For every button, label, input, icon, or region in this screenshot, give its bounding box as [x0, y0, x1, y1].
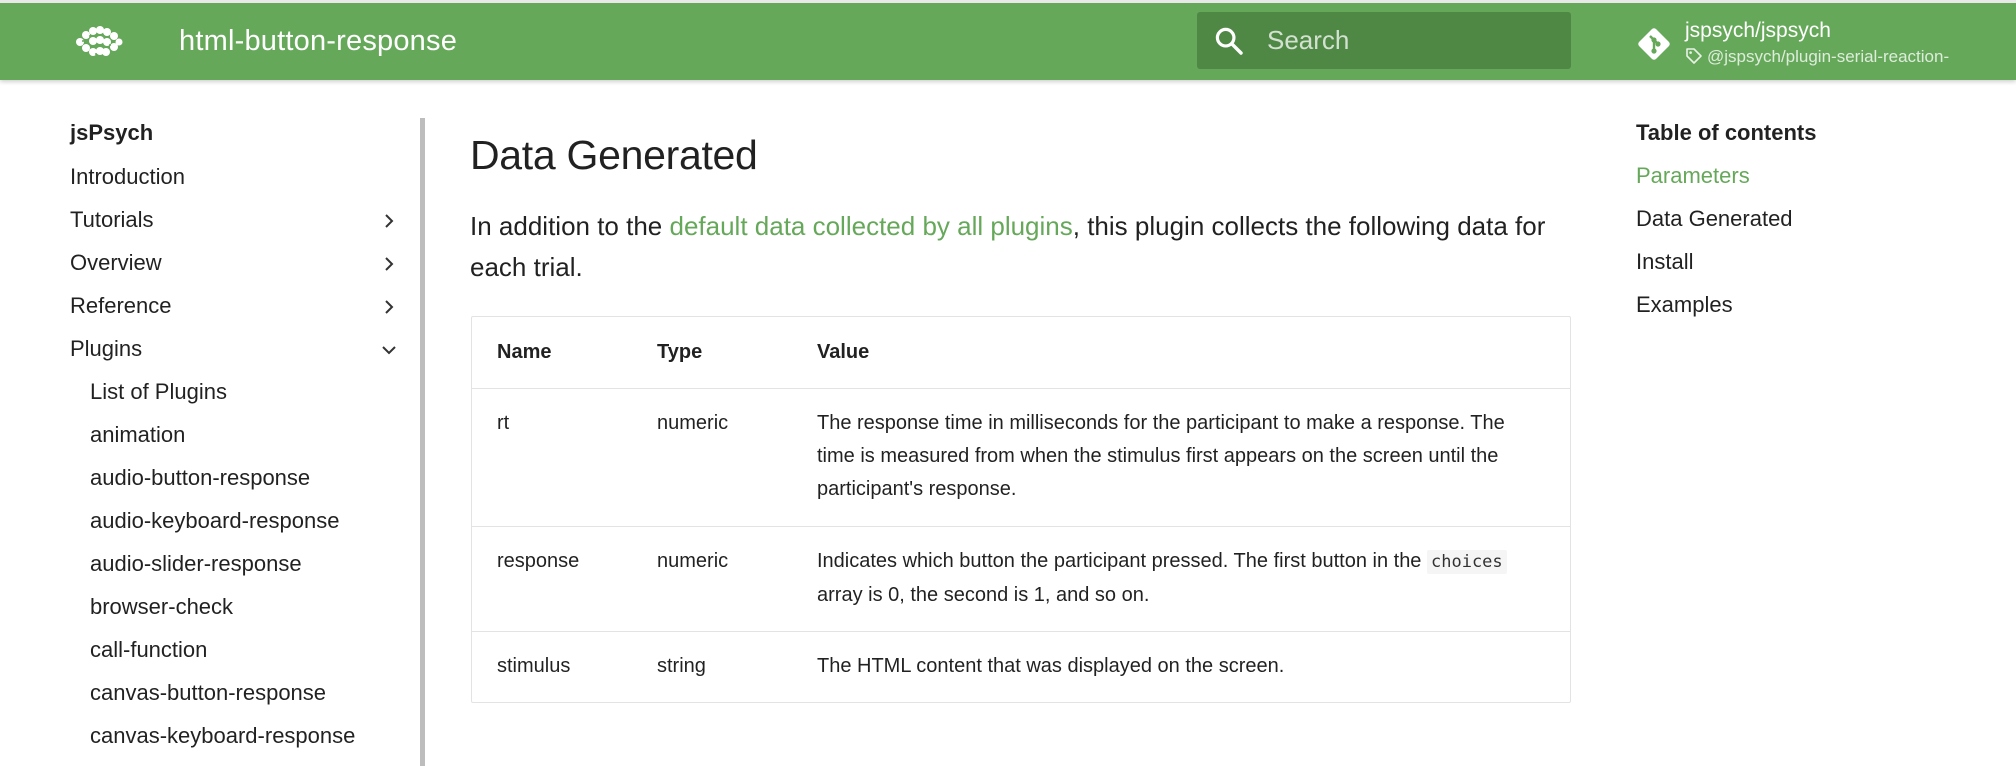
default-data-link[interactable]: default data collected by all plugins	[669, 211, 1072, 241]
nav-item-label: Overview	[70, 250, 162, 275]
chevron-right-icon[interactable]	[380, 298, 398, 316]
cell-type: string	[657, 655, 706, 677]
intro-paragraph: In addition to the default data collecte…	[470, 206, 1572, 288]
nav-item-label: Introduction	[70, 164, 185, 189]
table-row: response numeric Indicates which button …	[472, 526, 1570, 631]
toc-item-install[interactable]: Install	[1636, 249, 1693, 275]
section-heading: Data Generated	[470, 132, 758, 178]
repo-name: jspsych/jspsych	[1685, 19, 1831, 42]
column-header: Value	[817, 341, 870, 363]
brain-logo-icon[interactable]	[72, 24, 126, 60]
chevron-right-icon[interactable]	[380, 212, 398, 230]
nav-sub-item[interactable]: audio-keyboard-response	[90, 508, 340, 542]
cell-type: numeric	[657, 550, 729, 572]
table-row: stimulus string The HTML content that wa…	[472, 631, 1570, 702]
toc-item-data-generated[interactable]: Data Generated	[1636, 206, 1793, 232]
toc-title: Table of contents	[1636, 120, 1817, 145]
nav-sub-item[interactable]: audio-button-response	[90, 465, 310, 499]
nav-sub-item[interactable]: call-function	[90, 637, 207, 671]
search-input[interactable]	[1267, 22, 1557, 58]
toc-item-parameters[interactable]: Parameters	[1636, 163, 1750, 189]
nav-item-tutorials[interactable]: Tutorials	[70, 203, 400, 237]
cell-type: numeric	[657, 412, 729, 434]
nav-sub-item[interactable]: audio-slider-response	[90, 551, 302, 585]
search-icon[interactable]	[1213, 25, 1245, 57]
cell-value: Indicates which button the participant p…	[817, 545, 1547, 612]
cell-value: The response time in milliseconds for th…	[817, 412, 1505, 500]
top-header: html-button-response jspsych/jspsych @js…	[0, 0, 2016, 80]
inline-code: choices	[1427, 550, 1507, 574]
nav-item-introduction[interactable]: Introduction	[70, 160, 400, 194]
nav-sub-item[interactable]: canvas-keyboard-response	[90, 723, 355, 757]
column-header: Name	[497, 341, 552, 363]
cell-name: stimulus	[497, 655, 571, 677]
chevron-right-icon[interactable]	[380, 255, 398, 273]
tag-icon	[1686, 48, 1702, 64]
cell-value-text: array is 0, the second is 1, and so on.	[817, 584, 1150, 606]
search-box[interactable]	[1197, 12, 1571, 69]
cell-name: rt	[497, 412, 510, 434]
sidebar-scrollbar[interactable]	[420, 118, 425, 766]
nav-item-label: Reference	[70, 293, 172, 318]
nav-sub-item[interactable]: List of Plugins	[90, 379, 227, 413]
nav-item-plugins[interactable]: Plugins	[70, 332, 400, 366]
nav-sub-item[interactable]: animation	[90, 422, 185, 456]
data-table: Name Type Value rt numeric The response …	[471, 316, 1571, 703]
chevron-down-icon[interactable]	[380, 341, 398, 359]
nav-sub-item[interactable]: browser-check	[90, 594, 233, 628]
toc-item-examples[interactable]: Examples	[1636, 292, 1733, 318]
nav-item-reference[interactable]: Reference	[70, 289, 400, 323]
nav-item-label: Tutorials	[70, 207, 154, 232]
repo-version: @jspsych/plugin-serial-reaction-	[1685, 47, 1949, 67]
cell-value-text: Indicates which button the participant p…	[817, 550, 1427, 572]
nav-item-overview[interactable]: Overview	[70, 246, 400, 280]
repo-link[interactable]: jspsych/jspsych @jspsych/plugin-serial-r…	[1630, 15, 1990, 71]
table-row: rt numeric The response time in millisec…	[472, 388, 1570, 526]
page-title: html-button-response	[179, 25, 458, 57]
nav-item-label: Plugins	[70, 336, 143, 361]
table-header-row: Name Type Value	[472, 317, 1570, 388]
nav-heading[interactable]: jsPsych	[70, 120, 153, 146]
repo-tag-label: @jspsych/plugin-serial-reaction-	[1707, 47, 1950, 66]
nav-sub-item[interactable]: canvas-button-response	[90, 680, 326, 714]
cell-value: The HTML content that was displayed on t…	[817, 655, 1285, 677]
cell-name: response	[497, 550, 580, 572]
intro-text: In addition to the	[470, 211, 670, 241]
column-header: Type	[657, 341, 703, 363]
git-icon	[1638, 28, 1670, 60]
